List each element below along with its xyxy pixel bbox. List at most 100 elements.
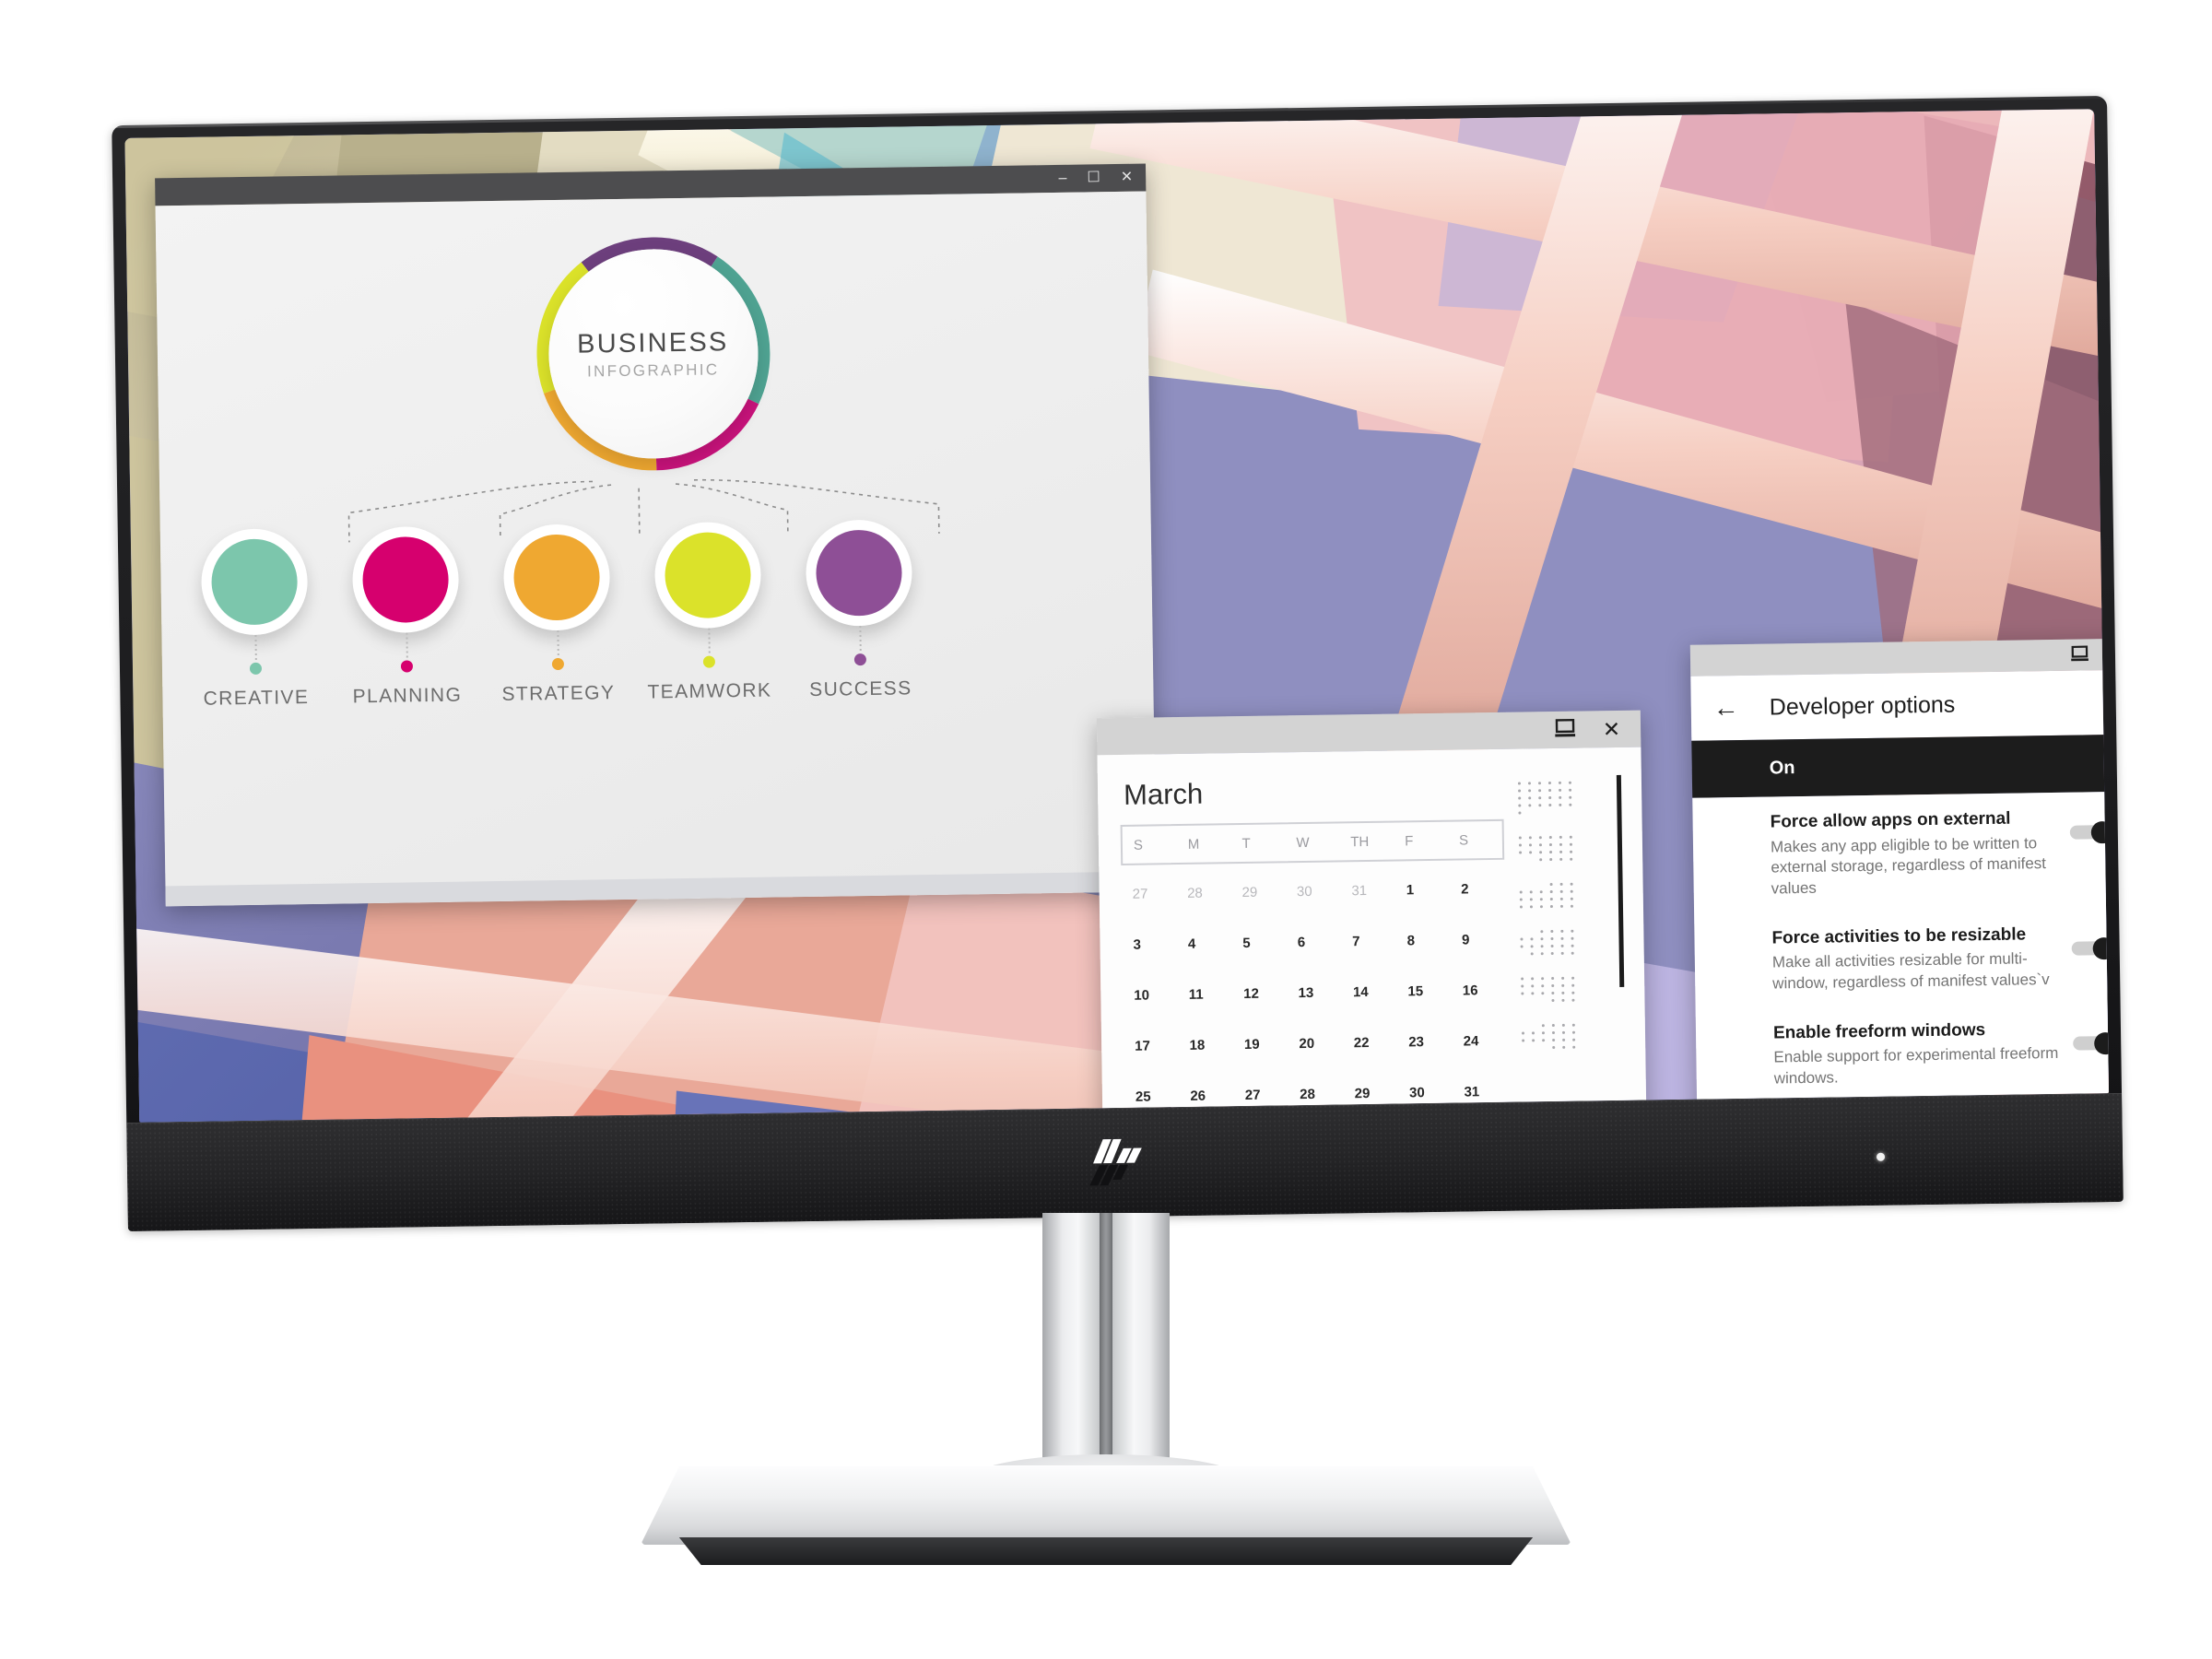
calendar-event-dot-grid: [1517, 781, 1607, 1066]
developer-options-title: Developer options: [1769, 691, 1956, 721]
calendar-weekday-header: S M T W TH F S: [1120, 818, 1505, 865]
hp-monitor: – ☐ ✕ BUSINESS INFOGRAPHIC CREATIVE PLAN…: [112, 96, 2124, 1231]
developer-option-row[interactable]: Force activities to be resizable Make all…: [1694, 907, 2110, 1008]
calendar-body: March S M T W TH F S 27 28 29 30 31 1 2 3 4 5 6 7 8 9 10 11 12…: [1097, 747, 1647, 1123]
developer-app-bar: ← Developer options: [1690, 669, 2110, 741]
calendar-day-cell[interactable]: 23: [1397, 1017, 1453, 1068]
hero-title: BUSINESS: [576, 326, 729, 359]
calendar-weekday: M: [1187, 836, 1200, 853]
hp-logo: [1088, 1138, 1142, 1186]
infographic-node-success[interactable]: SUCCESS: [805, 519, 914, 701]
node-label: STRATEGY: [501, 682, 616, 705]
developer-option-description: Enable support for experimental freeform…: [1773, 1044, 2059, 1088]
calendar-day-cell[interactable]: 29: [1230, 866, 1286, 918]
monitor-bezel: – ☐ ✕ BUSINESS INFOGRAPHIC CREATIVE PLAN…: [112, 96, 2124, 1231]
restore-glyph: [1554, 718, 1575, 737]
developer-option-row[interactable]: Enable freeform windows Enable support fo…: [1696, 1002, 2110, 1103]
calendar-day-cell[interactable]: 24: [1452, 1016, 1507, 1067]
node-dot: [551, 657, 565, 671]
calendar-day-cell[interactable]: 14: [1342, 967, 1397, 1018]
calendar-day-cell[interactable]: 31: [1340, 865, 1395, 917]
maximize-icon[interactable]: ☐: [1087, 170, 1100, 185]
calendar-day-cell[interactable]: 27: [1121, 868, 1176, 920]
calendar-day-cell[interactable]: 9: [1451, 914, 1506, 966]
restore-icon[interactable]: [1554, 718, 1575, 741]
calendar-day-cell[interactable]: 3: [1122, 919, 1177, 971]
calendar-day-cell[interactable]: 11: [1177, 969, 1232, 1020]
calendar-day-cell[interactable]: 16: [1451, 965, 1506, 1017]
calendar-event-dots: [1520, 924, 1605, 956]
node-stem: [405, 632, 408, 659]
monitor-screen: – ☐ ✕ BUSINESS INFOGRAPHIC CREATIVE PLAN…: [124, 109, 2110, 1123]
node-label: TEAMWORK: [647, 679, 772, 703]
calendar-day-cell[interactable]: 4: [1177, 918, 1232, 970]
minimize-icon[interactable]: –: [1058, 171, 1066, 186]
infographic-node-strategy[interactable]: STRATEGY: [501, 524, 616, 706]
calendar-day-cell[interactable]: 17: [1124, 1020, 1179, 1072]
calendar-day-cell[interactable]: 15: [1396, 966, 1452, 1018]
calendar-day-cell[interactable]: 22: [1342, 1018, 1397, 1069]
close-icon[interactable]: ✕: [1603, 716, 1621, 740]
calendar-weekday: S: [1458, 831, 1469, 849]
node-stem: [556, 629, 559, 657]
back-arrow-icon[interactable]: ←: [1713, 693, 1739, 722]
node-stem: [707, 628, 711, 654]
calendar-day-cell[interactable]: 18: [1178, 1019, 1233, 1071]
calendar-day-cell[interactable]: 6: [1286, 916, 1341, 968]
infographic-node-creative[interactable]: CREATIVE: [200, 528, 310, 711]
calendar-event-dots: [1518, 830, 1604, 862]
node-disc: [200, 528, 309, 636]
calendar-day-cell[interactable]: 7: [1341, 916, 1396, 968]
developer-option-description: Make all activities resizable for multi-…: [1771, 949, 2050, 993]
window-calendar[interactable]: ✕ March S M T W TH F S 27 28 29 30 31 1 2 3 4 5 6 7 8 9 10 11…: [1096, 710, 1647, 1123]
calendar-day-cells[interactable]: 27 28 29 30 31 1 2 3 4 5 6 7 8 9 10 11 12 13 14 15 16 17 18 19 2…: [1121, 864, 1508, 1123]
calendar-day-cell[interactable]: 5: [1231, 917, 1287, 969]
window-developer-options[interactable]: ✕ ← Developer options On Force allow app…: [1689, 638, 2110, 1123]
node-label: CREATIVE: [203, 687, 310, 710]
toggle-knob: [2090, 820, 2110, 844]
calendar-day-cell[interactable]: 19: [1233, 1018, 1288, 1070]
calendar-weekday: S: [1133, 837, 1144, 853]
node-disc: [653, 521, 762, 629]
developer-option-toggle[interactable]: [2071, 936, 2110, 959]
developer-option-title: Force activities to be resizable: [1771, 924, 2027, 948]
calendar-weekday: F: [1405, 832, 1414, 849]
restore-icon[interactable]: [2071, 645, 2088, 665]
calendar-day-cell[interactable]: 28: [1176, 867, 1231, 919]
infographic-node-planning[interactable]: PLANNING: [351, 525, 463, 709]
node-label: SUCCESS: [809, 677, 912, 700]
node-dot: [249, 662, 263, 675]
calendar-day-cell[interactable]: 13: [1287, 967, 1342, 1018]
developer-master-toggle-bar[interactable]: On: [1691, 734, 2110, 798]
developer-option-toggle[interactable]: [2069, 820, 2110, 844]
calendar-event-dots: [1517, 781, 1604, 815]
calendar-event-dots: [1521, 1018, 1606, 1050]
calendar-day-cell[interactable]: 10: [1123, 970, 1178, 1021]
calendar-scrollbar[interactable]: [1616, 774, 1625, 987]
calendar-day-cell[interactable]: 2: [1450, 864, 1505, 915]
developer-option-title: Enable freeform windows: [1772, 1019, 1986, 1043]
monitor-stand-base: [641, 1465, 1571, 1545]
node-dot: [702, 655, 716, 668]
calendar-day-cell[interactable]: 1: [1394, 865, 1450, 916]
developer-option-toggle[interactable]: [2073, 1031, 2110, 1054]
node-disc: [502, 524, 611, 631]
infographic-node-row: CREATIVE PLANNING STRATEGY TEAMWORK SUCCESS: [160, 515, 1154, 711]
developer-option-row[interactable]: Force allow apps on external Makes any ap…: [1692, 791, 2110, 913]
infographic-canvas: BUSINESS INFOGRAPHIC CREATIVE PLANNING S…: [155, 191, 1157, 907]
calendar-weekday: T: [1241, 835, 1251, 852]
node-label: PLANNING: [352, 684, 463, 708]
calendar-day-cell[interactable]: 12: [1232, 968, 1288, 1019]
developer-options-list: Force allow apps on external Makes any ap…: [1692, 791, 2110, 1123]
infographic-node-teamwork[interactable]: TEAMWORK: [647, 521, 771, 704]
close-icon[interactable]: ✕: [1121, 170, 1134, 185]
hero-ring: BUSINESS INFOGRAPHIC: [535, 236, 771, 473]
calendar-day-cell[interactable]: 20: [1288, 1018, 1343, 1069]
developer-option-text: Force allow apps on external Makes any ap…: [1770, 807, 2070, 900]
calendar-day-cell[interactable]: 8: [1395, 915, 1451, 967]
calendar-day-cell[interactable]: 30: [1286, 865, 1341, 917]
product-photo-stage: – ☐ ✕ BUSINESS INFOGRAPHIC CREATIVE PLAN…: [0, 0, 2212, 1659]
window-business-infographic[interactable]: – ☐ ✕ BUSINESS INFOGRAPHIC CREATIVE PLAN…: [155, 163, 1157, 907]
developer-master-toggle-label: On: [1769, 757, 1795, 779]
restore-glyph: [2071, 645, 2088, 661]
